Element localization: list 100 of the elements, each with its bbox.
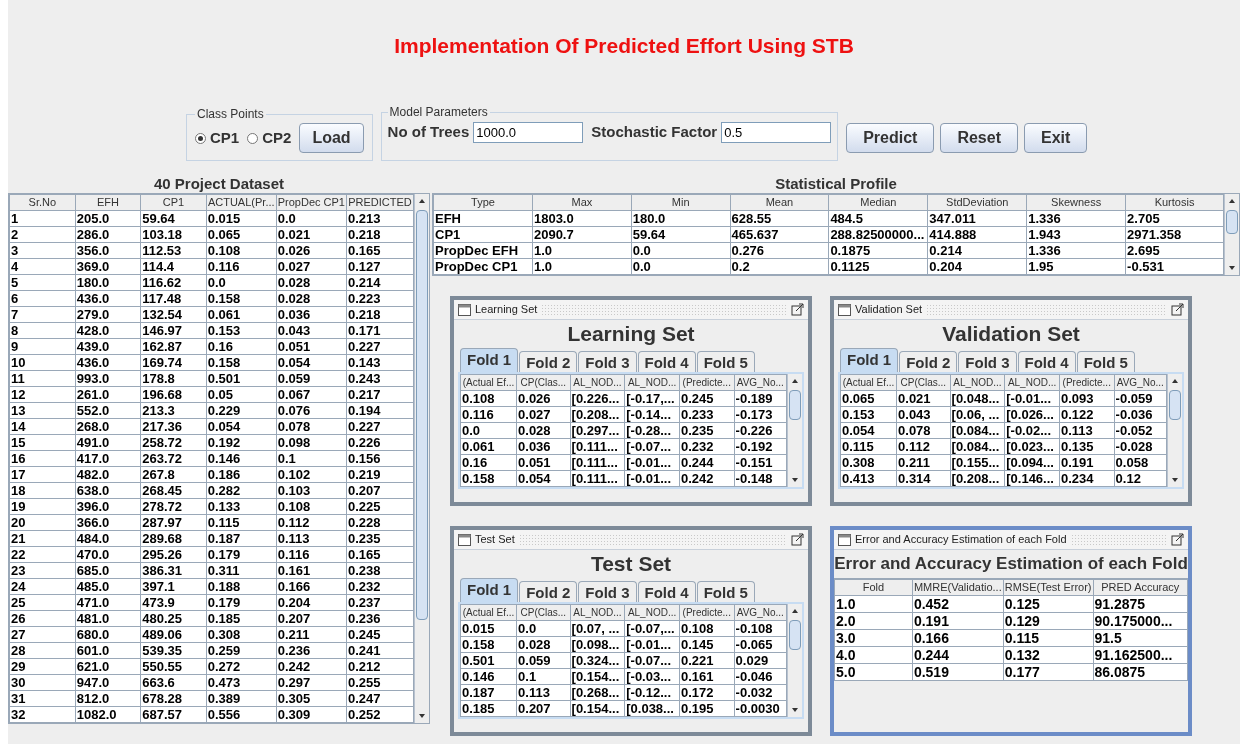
radio-icon[interactable] xyxy=(247,132,259,144)
table-cell: 0.232 xyxy=(679,438,735,455)
maximize-icon[interactable] xyxy=(1171,533,1184,546)
table-cell: 347.011 xyxy=(927,210,1027,227)
fold-tab[interactable]: Fold 3 xyxy=(958,351,1017,372)
column-header[interactable]: Fold xyxy=(834,579,913,596)
column-header[interactable]: ACTUAL(Pr... xyxy=(206,194,277,211)
column-header[interactable]: Mean xyxy=(730,194,829,211)
column-header[interactable]: (Actual Ef... xyxy=(460,374,517,391)
action-button[interactable]: Predict xyxy=(846,123,935,153)
column-header[interactable]: Type xyxy=(433,194,533,211)
action-button[interactable]: Reset xyxy=(940,123,1018,153)
column-header[interactable]: AVG_No... xyxy=(734,374,787,391)
window-icon xyxy=(838,303,851,316)
column-header[interactable]: AL_NOD... xyxy=(624,374,680,391)
fold-tab[interactable]: Fold 1 xyxy=(460,348,519,372)
column-header[interactable]: (Actual Ef... xyxy=(840,374,897,391)
frame-title-bar[interactable]: Validation Set xyxy=(834,300,1188,320)
scrollbar[interactable] xyxy=(787,604,802,717)
fold-tab[interactable]: Fold 3 xyxy=(578,581,637,602)
table-cell: 0.214 xyxy=(927,242,1027,259)
column-header[interactable]: AVG_No... xyxy=(734,604,787,621)
column-header[interactable]: (Predicte... xyxy=(1059,374,1115,391)
column-header[interactable]: (Actual Ef... xyxy=(460,604,517,621)
scroll-thumb[interactable] xyxy=(1226,210,1238,234)
fold-tab[interactable]: Fold 1 xyxy=(460,578,519,602)
frame-title-bar[interactable]: Error and Accuracy Estimation of each Fold xyxy=(834,530,1188,550)
fold-tab[interactable]: Fold 2 xyxy=(899,351,958,372)
load-button[interactable]: Load xyxy=(299,123,364,153)
fold-tab[interactable]: Fold 5 xyxy=(1076,351,1135,372)
table-cell: 471.0 xyxy=(75,594,141,611)
radio-option[interactable]: CP2 xyxy=(247,126,292,150)
table-cell: 279.0 xyxy=(75,306,141,323)
table-cell: 0.067 xyxy=(276,386,347,403)
column-header[interactable]: Max xyxy=(532,194,632,211)
column-header[interactable]: CP(Clas... xyxy=(516,374,571,391)
column-header[interactable]: Median xyxy=(828,194,928,211)
scroll-thumb[interactable] xyxy=(789,390,801,420)
maximize-icon[interactable] xyxy=(791,533,804,546)
column-header[interactable]: CP(Clas... xyxy=(516,604,571,621)
fold-tab[interactable]: Fold 4 xyxy=(637,351,696,372)
table-cell: -0.226 xyxy=(734,422,787,439)
scroll-thumb[interactable] xyxy=(1169,390,1181,420)
column-header[interactable]: Sr.No xyxy=(9,194,76,211)
column-header[interactable]: EFH xyxy=(75,194,141,211)
table-cell: 0.145 xyxy=(679,636,735,653)
fold-tab[interactable]: Fold 1 xyxy=(840,348,899,372)
fold-tab[interactable]: Fold 5 xyxy=(696,581,755,602)
radio-option[interactable]: CP1 xyxy=(195,126,240,150)
input-field[interactable]: 1000.0 xyxy=(473,121,584,143)
column-header[interactable]: StdDeviation xyxy=(927,194,1027,211)
maximize-icon[interactable] xyxy=(791,303,804,316)
column-header[interactable]: PREDICTED xyxy=(346,194,414,211)
column-header[interactable]: AL_NOD... xyxy=(950,374,1005,391)
scrollbar[interactable] xyxy=(787,374,802,487)
table-cell: 267.8 xyxy=(140,466,207,483)
column-header[interactable]: PropDec CP1 xyxy=(276,194,347,211)
fold-tab[interactable]: Fold 4 xyxy=(637,581,696,602)
scrollbar[interactable] xyxy=(1167,374,1182,487)
column-header[interactable]: PRED Accuracy xyxy=(1093,579,1188,596)
fold-tab[interactable]: Fold 2 xyxy=(519,581,578,602)
column-header[interactable]: AVG_No... xyxy=(1114,374,1167,391)
input-field[interactable]: 0.5 xyxy=(721,121,832,143)
column-header[interactable]: (Predicte... xyxy=(679,604,735,621)
column-header[interactable]: AL_NOD... xyxy=(570,374,625,391)
fold-tab[interactable]: Fold 4 xyxy=(1017,351,1076,372)
table-cell: 114.4 xyxy=(140,258,207,275)
table-cell: [0.084... xyxy=(950,422,1005,439)
frame-title-bar[interactable]: Test Set xyxy=(454,530,808,550)
fold-tab[interactable]: Fold 3 xyxy=(578,351,637,372)
frame-title-bar[interactable]: Learning Set xyxy=(454,300,808,320)
field-label: Stochastic Factor xyxy=(591,122,718,142)
column-header[interactable]: AL_NOD... xyxy=(624,604,680,621)
column-header[interactable]: MMRE(Validatio... xyxy=(912,579,1004,596)
column-header[interactable]: AL_NOD... xyxy=(570,604,625,621)
table-cell: 0.227 xyxy=(346,338,414,355)
column-header[interactable]: RMSE(Test Error) xyxy=(1003,579,1093,596)
table-cell: 0.158 xyxy=(460,636,517,653)
table-cell: 369.0 xyxy=(75,258,141,275)
radio-icon[interactable] xyxy=(195,132,206,144)
column-header[interactable]: Kurtosis xyxy=(1125,194,1224,211)
table-cell: 205.0 xyxy=(75,210,141,227)
maximize-icon[interactable] xyxy=(1171,303,1184,316)
column-header[interactable]: Min xyxy=(631,194,731,211)
scroll-thumb[interactable] xyxy=(416,210,428,620)
table-cell: 0.05 xyxy=(206,386,277,403)
action-button[interactable]: Exit xyxy=(1024,123,1088,153)
scrollbar[interactable] xyxy=(414,194,429,723)
table-cell: [0.208... xyxy=(570,406,625,423)
column-header[interactable]: (Predicte... xyxy=(679,374,735,391)
column-header[interactable]: CP1 xyxy=(140,194,207,211)
column-header[interactable]: AL_NOD... xyxy=(1004,374,1060,391)
scrollbar[interactable] xyxy=(1224,194,1239,275)
table-cell: 0.158 xyxy=(206,354,277,371)
column-header[interactable]: Skewness xyxy=(1026,194,1126,211)
fold-tab[interactable]: Fold 5 xyxy=(696,351,755,372)
scroll-thumb[interactable] xyxy=(789,620,801,650)
column-header[interactable]: CP(Clas... xyxy=(896,374,951,391)
fold-tab[interactable]: Fold 2 xyxy=(519,351,578,372)
table-cell: 27 xyxy=(9,626,76,643)
